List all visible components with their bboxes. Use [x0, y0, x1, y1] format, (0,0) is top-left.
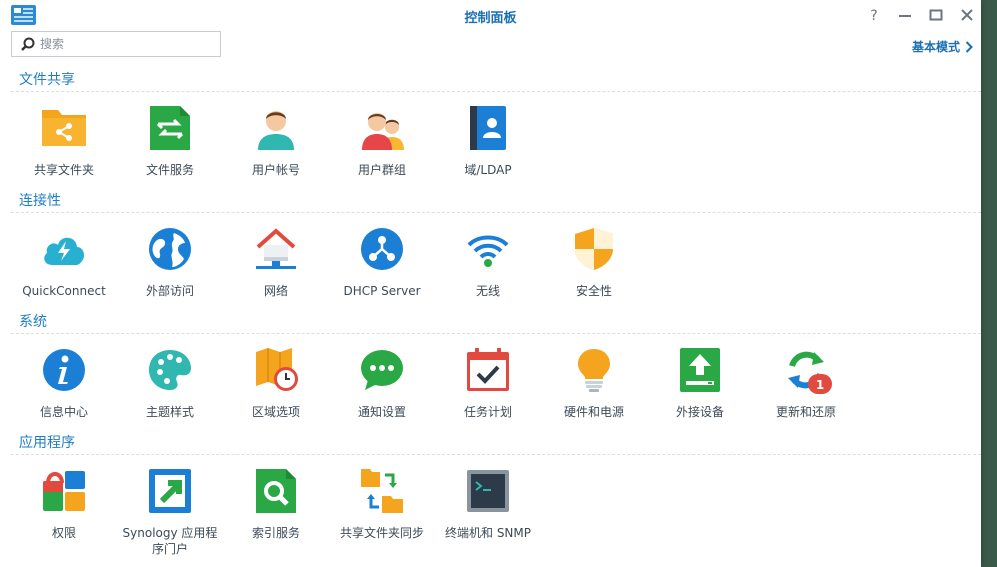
quickconnect-icon — [44, 237, 85, 265]
shared-folder-icon — [42, 110, 86, 146]
tile-label: 共享文件夹同步 — [339, 526, 424, 540]
dhcp-server-icon — [361, 228, 403, 270]
tile-user-account[interactable]: 用户帐号 — [226, 106, 326, 206]
divider — [11, 212, 981, 213]
title-bar[interactable]: 控制面板 ? — [0, 0, 981, 30]
minimize-icon[interactable] — [896, 6, 914, 24]
tile-label: 外部访问 — [145, 284, 194, 298]
close-icon[interactable] — [958, 6, 976, 24]
external-access-icon — [149, 228, 191, 270]
tile-label: DHCP Server — [343, 284, 421, 298]
tile-external-devices[interactable]: 外接设备 — [650, 348, 750, 448]
tile-task-scheduler[interactable]: 任务计划 — [438, 348, 538, 448]
tile-label: 无线 — [475, 284, 500, 298]
privileges-icon — [43, 471, 85, 511]
application-portal-icon — [149, 469, 191, 513]
network-icon — [256, 228, 296, 269]
tile-label: 共享文件夹 — [33, 163, 94, 177]
domain-ldap-icon — [470, 106, 506, 150]
tile-label: QuickConnect — [22, 284, 106, 298]
tile-label: 硬件和电源 — [563, 405, 624, 419]
maximize-icon[interactable] — [927, 6, 945, 24]
tile-label: 主题样式 — [145, 405, 194, 419]
badge-count: 1 — [816, 378, 824, 392]
tile-dhcp-server[interactable]: DHCP Server — [332, 227, 432, 327]
tile-network[interactable]: 网络 — [226, 227, 326, 327]
tile-label: 文件服务 — [145, 163, 194, 177]
search-input[interactable] — [40, 35, 210, 53]
regional-options-icon — [256, 348, 298, 391]
tile-label: 终端机和 SNMP — [445, 526, 531, 540]
section-title-applications: 应用程序 — [19, 435, 75, 451]
tile-label: 信息中心 — [39, 405, 88, 419]
notification-icon — [361, 350, 403, 390]
tile-wireless[interactable]: 无线 — [438, 227, 538, 327]
security-icon — [575, 228, 613, 270]
tile-label: 通知设置 — [357, 405, 406, 419]
window-title: 控制面板 — [464, 11, 517, 26]
search-box[interactable] — [11, 31, 221, 57]
search-icon — [21, 37, 35, 51]
tile-domain-ldap[interactable]: 域/LDAP — [438, 106, 538, 206]
section-title-connectivity: 连接性 — [19, 193, 61, 209]
tile-label: 用户帐号 — [251, 163, 300, 177]
divider — [11, 91, 981, 92]
tile-file-services[interactable]: 文件服务 — [120, 106, 220, 206]
info-center-icon — [43, 349, 85, 391]
wireless-icon — [467, 235, 509, 267]
tile-label: 用户群组 — [357, 163, 406, 177]
tile-privileges[interactable]: 权限 — [14, 469, 114, 567]
shared-folder-sync-icon — [361, 469, 403, 513]
user-account-icon — [258, 111, 294, 150]
tile-notification[interactable]: 通知设置 — [332, 348, 432, 448]
tile-external-access[interactable]: 外部访问 — [120, 227, 220, 327]
tile-label: 索引服务 — [251, 526, 300, 540]
tile-label: 网络 — [263, 284, 288, 298]
section-title-system: 系统 — [19, 314, 47, 330]
divider — [11, 454, 981, 455]
tile-label: 安全性 — [575, 284, 612, 298]
tile-label: 域/LDAP — [464, 163, 512, 177]
tile-label: 更新和还原 — [775, 405, 836, 419]
tile-label: 权限 — [51, 526, 76, 540]
tile-indexing-service[interactable]: 索引服务 — [226, 469, 326, 567]
file-services-icon — [150, 106, 190, 150]
section-title-file-sharing: 文件共享 — [19, 72, 75, 88]
tile-regional-options[interactable]: 区域选项 — [226, 348, 326, 448]
tile-application-portal[interactable]: Synology 应用程序门户 — [120, 469, 220, 567]
basic-mode-label: 基本模式 — [911, 40, 960, 54]
divider — [11, 333, 981, 334]
terminal-snmp-icon — [467, 470, 509, 512]
svg-text:?: ? — [870, 8, 877, 24]
tile-label: Synology 应用程序门户 — [122, 526, 218, 556]
tile-theme[interactable]: 主题样式 — [120, 348, 220, 448]
task-scheduler-icon — [467, 348, 509, 391]
indexing-service-icon — [256, 469, 296, 513]
hardware-power-icon — [578, 349, 610, 392]
tile-shared-folder-sync[interactable]: 共享文件夹同步 — [332, 469, 432, 567]
external-devices-icon — [680, 348, 720, 392]
control-panel-window: 控制面板 ? 基本模式 文件共享 共享文件夹 — [0, 0, 981, 567]
theme-icon — [149, 350, 191, 390]
update-count-badge: 1 — [808, 374, 832, 394]
help-icon[interactable]: ? — [865, 6, 883, 24]
tile-label: 外接设备 — [675, 405, 724, 419]
basic-mode-link[interactable]: 基本模式 — [912, 38, 973, 55]
tile-label: 区域选项 — [251, 405, 300, 419]
tile-label: 任务计划 — [463, 405, 512, 419]
tile-user-group[interactable]: 用户群组 — [332, 106, 432, 206]
tile-update-restore[interactable]: 1 更新和还原 — [756, 348, 856, 448]
user-group-icon — [362, 113, 404, 150]
chevron-right-icon — [965, 41, 973, 53]
tile-security[interactable]: 安全性 — [544, 227, 644, 327]
tile-hardware-power[interactable]: 硬件和电源 — [544, 348, 644, 448]
tile-terminal-snmp[interactable]: 终端机和 SNMP — [438, 469, 538, 567]
